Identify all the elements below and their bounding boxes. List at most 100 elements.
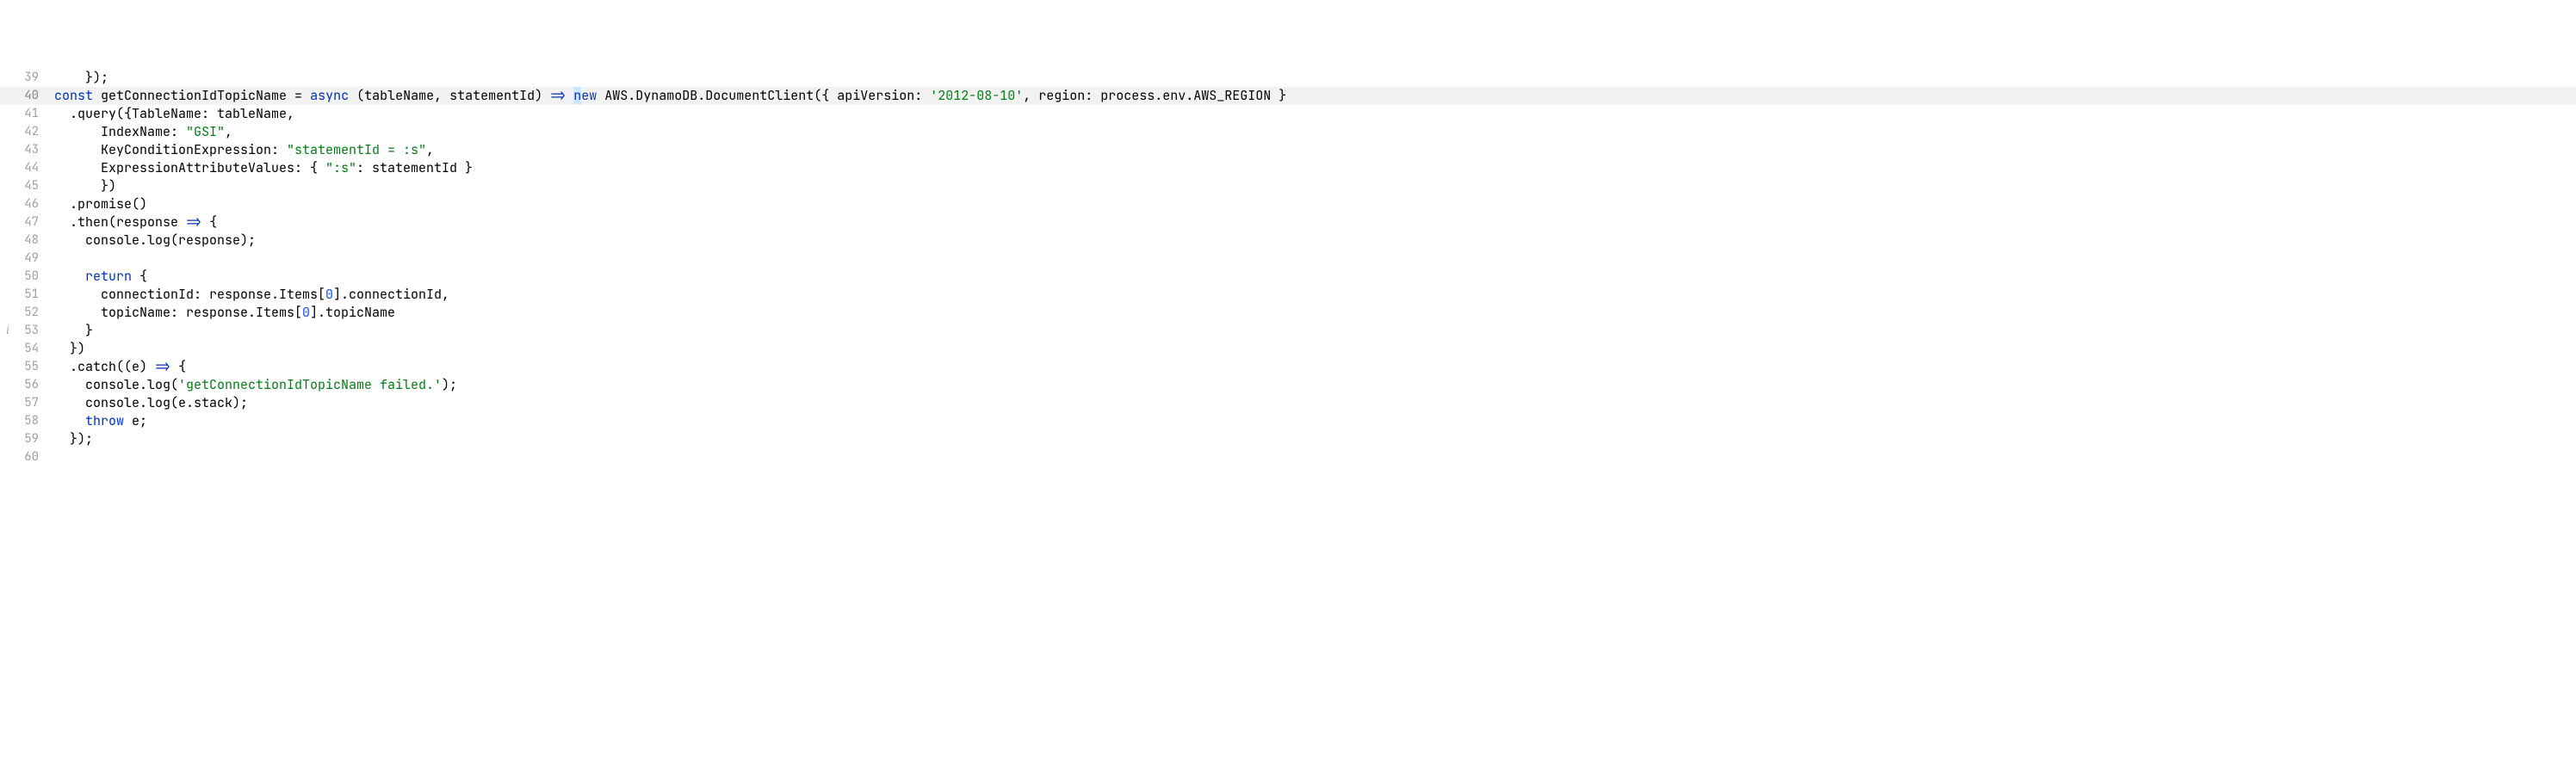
code-token: "GSI"	[186, 123, 225, 140]
code-token: KeyConditionExpression:	[54, 141, 287, 158]
line-number: 47	[15, 213, 46, 231]
code-content[interactable]: console.log(e.stack);	[46, 394, 2576, 412]
code-token: '2012-08-10'	[930, 87, 1023, 104]
code-content[interactable]: console.log('getConnectionIdTopicName fa…	[46, 376, 2576, 394]
code-line[interactable]: 56 console.log('getConnectionIdTopicName…	[0, 376, 2576, 394]
code-content[interactable]: }	[46, 322, 2576, 340]
code-line[interactable]: 43 KeyConditionExpression: "statementId …	[0, 141, 2576, 159]
code-line[interactable]: 52 topicName: response.Items[0].topicNam…	[0, 304, 2576, 322]
code-content[interactable]: .promise()	[46, 195, 2576, 213]
code-line[interactable]: 41 .query({TableName: tableName,	[0, 105, 2576, 123]
code-line[interactable]: 57 console.log(e.stack);	[0, 394, 2576, 412]
line-number: 39	[15, 69, 46, 87]
code-line[interactable]: 59 });	[0, 430, 2576, 448]
line-number: 54	[15, 340, 46, 358]
line-number: 43	[15, 141, 46, 159]
code-token: })	[54, 340, 85, 357]
line-number: 60	[15, 448, 46, 466]
code-token: response	[116, 213, 178, 231]
gutter-info-icon[interactable]: i	[0, 322, 15, 340]
code-line[interactable]: 60	[0, 448, 2576, 466]
code-line[interactable]: 45 })	[0, 177, 2576, 195]
code-token: ].topicName	[310, 304, 395, 321]
code-token: IndexName:	[54, 123, 186, 140]
code-token	[54, 412, 85, 429]
code-content[interactable]: return {	[46, 268, 2576, 286]
code-token: ,	[225, 123, 232, 140]
code-token: =>	[550, 87, 566, 104]
code-line[interactable]: 40const getConnectionIdTopicName = async…	[0, 87, 2576, 105]
code-content[interactable]: .catch((e) => {	[46, 358, 2576, 376]
code-content[interactable]: const getConnectionIdTopicName = async (…	[46, 87, 2576, 105]
code-line[interactable]: 48 console.log(response);	[0, 231, 2576, 250]
code-token: .query({TableName: tableName,	[54, 105, 294, 122]
code-line[interactable]: 55 .catch((e) => {	[0, 358, 2576, 376]
line-number: 58	[15, 412, 46, 430]
code-content[interactable]: .query({TableName: tableName,	[46, 105, 2576, 123]
code-content[interactable]: IndexName: "GSI",	[46, 123, 2576, 141]
code-token: console.log(e.stack);	[54, 394, 248, 411]
code-content[interactable]: ExpressionAttributeValues: { ":s": state…	[46, 159, 2576, 177]
code-content[interactable]: throw e;	[46, 412, 2576, 430]
code-token: {	[132, 268, 147, 285]
code-token	[93, 87, 101, 104]
code-token: ].connectionId,	[333, 286, 449, 303]
line-number: 40	[15, 87, 46, 105]
code-line[interactable]: 50 return {	[0, 268, 2576, 286]
code-token: statementId	[449, 87, 535, 104]
code-line[interactable]: 49	[0, 250, 2576, 268]
code-token: {	[170, 358, 186, 375]
line-number: 48	[15, 231, 46, 250]
code-line[interactable]: 47 .then(response => {	[0, 213, 2576, 231]
code-token: ,	[426, 141, 434, 158]
code-token: console.log(	[54, 376, 178, 393]
code-content[interactable]: })	[46, 177, 2576, 195]
code-line[interactable]: 39 });	[0, 69, 2576, 87]
code-token: throw	[85, 412, 124, 429]
code-token: AWS.DynamoDB.DocumentClient({ apiVersion…	[597, 87, 930, 104]
line-number: 56	[15, 376, 46, 394]
code-content[interactable]: console.log(response);	[46, 231, 2576, 250]
code-token: =	[287, 87, 310, 104]
line-number: 55	[15, 358, 46, 376]
code-content[interactable]: });	[46, 69, 2576, 87]
code-content[interactable]: connectionId: response.Items[0].connecti…	[46, 286, 2576, 304]
code-token: , region: process.env.AWS_REGION }	[1023, 87, 1286, 104]
code-editor[interactable]: 39 });40const getConnectionIdTopicName =…	[0, 69, 2576, 466]
code-token: }	[54, 322, 93, 339]
code-token: e	[132, 358, 139, 375]
code-content[interactable]: });	[46, 430, 2576, 448]
code-line[interactable]: 58 throw e;	[0, 412, 2576, 430]
code-line[interactable]: 42 IndexName: "GSI",	[0, 123, 2576, 141]
code-token: =>	[186, 213, 201, 231]
code-token: return	[85, 268, 132, 285]
line-number: 41	[15, 105, 46, 123]
code-token: n	[573, 87, 581, 104]
code-token: ew	[581, 87, 597, 104]
code-content[interactable]: })	[46, 340, 2576, 358]
code-line[interactable]: i53 }	[0, 322, 2576, 340]
code-token: ExpressionAttributeValues: {	[54, 159, 325, 176]
line-number: 44	[15, 159, 46, 177]
code-token: });	[54, 430, 93, 447]
code-token	[178, 213, 186, 231]
line-number: 52	[15, 304, 46, 322]
code-line[interactable]: 46 .promise()	[0, 195, 2576, 213]
code-token: ":s"	[325, 159, 356, 176]
code-token: .promise()	[54, 195, 147, 213]
line-number: 51	[15, 286, 46, 304]
code-token	[566, 87, 573, 104]
line-number: 46	[15, 195, 46, 213]
code-token: async	[310, 87, 349, 104]
code-line[interactable]: 51 connectionId: response.Items[0].conne…	[0, 286, 2576, 304]
code-line[interactable]: 44 ExpressionAttributeValues: { ":s": st…	[0, 159, 2576, 177]
code-content[interactable]: .then(response => {	[46, 213, 2576, 231]
code-token: });	[54, 69, 108, 86]
code-line[interactable]: 54 })	[0, 340, 2576, 358]
code-content[interactable]: KeyConditionExpression: "statementId = :…	[46, 141, 2576, 159]
code-token: "statementId = :s"	[287, 141, 426, 158]
code-token: : statementId }	[356, 159, 473, 176]
line-number: 59	[15, 430, 46, 448]
code-token: topicName: response.Items[	[54, 304, 302, 321]
code-content[interactable]: topicName: response.Items[0].topicName	[46, 304, 2576, 322]
